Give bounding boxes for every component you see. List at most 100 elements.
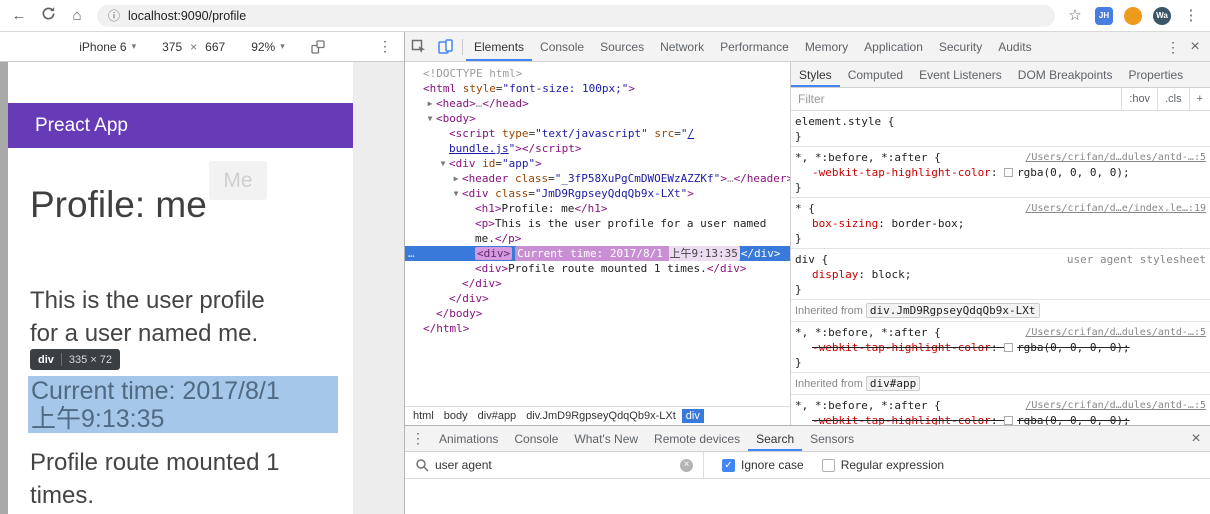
node-menu-ellipsis[interactable]: … — [408, 246, 415, 261]
expand-arrow[interactable]: ▼ — [437, 156, 449, 171]
breadcrumb-item[interactable]: body — [440, 409, 472, 423]
sidebar-tab-styles[interactable]: Styles — [791, 62, 840, 87]
sidebar-tab-computed[interactable]: Computed — [840, 62, 911, 87]
url-text[interactable]: localhost:9090/profile — [128, 9, 246, 23]
bookmark-star-icon[interactable]: ☆ — [1066, 7, 1084, 25]
dom-node[interactable]: … <div> Current time: 2017/8/1 上午9:13:35 </… — [405, 246, 790, 261]
home-icon[interactable]: ⌂ — [68, 7, 86, 25]
dom-node[interactable]: <html style="font-size: 100px;"> — [405, 81, 790, 96]
dom-node[interactable]: ▶ <head>…</head> — [405, 96, 790, 111]
dom-token: = — [674, 127, 681, 140]
device-width-field[interactable]: 375 — [162, 40, 182, 54]
drawer-close-icon[interactable]: × — [1182, 426, 1210, 451]
breadcrumb-item[interactable]: div — [681, 409, 704, 423]
device-select[interactable]: iPhone 6 ▾ — [79, 40, 136, 54]
dom-node[interactable]: <script type="text/javascript" src="/ — [405, 126, 790, 141]
reload-icon[interactable] — [39, 6, 57, 26]
css-property[interactable]: -webkit-tap-highlight-color: rgba(0, 0, … — [795, 165, 1206, 180]
tab-sources[interactable]: Sources — [592, 32, 652, 61]
tab-memory[interactable]: Memory — [797, 32, 856, 61]
dom-node[interactable]: <!DOCTYPE html> — [405, 66, 790, 81]
dom-node[interactable]: </body> — [405, 306, 790, 321]
tab-security[interactable]: Security — [931, 32, 990, 61]
info-icon[interactable]: ⓘ — [108, 7, 120, 24]
ignore-case-checkbox[interactable]: ✓ — [722, 458, 735, 472]
dom-node[interactable]: ▶ <header class="_3fP58XuPgCmDWOEWzAZZKf"… — [405, 171, 790, 186]
dom-node[interactable]: <h1>Profile: me</h1> — [405, 201, 790, 216]
expand-arrow[interactable]: ▼ — [450, 186, 462, 201]
sidebar-tab-dom-breakpoints[interactable]: DOM Breakpoints — [1010, 62, 1121, 87]
regex-checkbox[interactable] — [821, 458, 835, 472]
nav-item-me[interactable]: Me — [209, 161, 267, 200]
device-mode-icon[interactable] — [432, 32, 459, 61]
css-property[interactable]: -webkit-tap-highlight-color: rgba(0, 0, … — [795, 340, 1206, 355]
sidebar-tab-event-listeners[interactable]: Event Listeners — [911, 62, 1010, 87]
device-height-field[interactable]: 667 — [205, 40, 225, 54]
expand-arrow[interactable]: ▼ — [424, 111, 436, 126]
rotate-icon[interactable] — [311, 39, 325, 54]
breadcrumb-item[interactable]: div.JmD9RgpseyQdqQb9x-LXt — [522, 409, 680, 423]
dom-node[interactable]: ▼ <body> — [405, 111, 790, 126]
tab-performance[interactable]: Performance — [712, 32, 797, 61]
dom-node[interactable]: <p>This is the user profile for a user n… — [405, 216, 790, 231]
stylesheet-source-link[interactable]: /Users/crifan/d…dules/antd-…:5 — [1025, 398, 1206, 413]
filter-control[interactable]: + — [1188, 88, 1210, 110]
css-property[interactable]: -webkit-tap-highlight-color: rgba(0, 0, … — [795, 413, 1206, 425]
dom-node[interactable]: bundle.js"></script> — [405, 141, 790, 156]
filter-control[interactable]: .cls — [1157, 88, 1189, 110]
clear-search-icon[interactable]: × — [680, 458, 693, 472]
dom-node[interactable]: </div> — [405, 291, 790, 306]
browser-menu-icon[interactable]: ⋮ — [1182, 7, 1200, 25]
device-toolbar-menu-icon[interactable]: ⋮ — [378, 38, 392, 55]
tab-application[interactable]: Application — [856, 32, 931, 61]
zoom-select[interactable]: 92% ▾ — [251, 40, 285, 54]
stylesheet-source-link[interactable]: /Users/crifan/d…dules/antd-…:5 — [1025, 150, 1206, 165]
tab-elements[interactable]: Elements — [466, 32, 532, 61]
attribute-link[interactable]: bundle.js — [449, 142, 509, 155]
drawer-menu-icon[interactable]: ⋮ — [405, 426, 431, 451]
drawer-tab-console[interactable]: Console — [506, 426, 566, 451]
dom-node[interactable]: </html> — [405, 321, 790, 336]
drawer-tab-what-s-new[interactable]: What's New — [566, 426, 646, 451]
back-icon[interactable]: ← — [10, 7, 28, 25]
dom-node[interactable]: me.</p> — [405, 231, 790, 246]
drawer-tab-animations[interactable]: Animations — [431, 426, 506, 451]
drawer-tab-sensors[interactable]: Sensors — [802, 426, 862, 451]
breadcrumb-item[interactable]: div#app — [474, 409, 521, 423]
drawer-tab-remote-devices[interactable]: Remote devices — [646, 426, 748, 451]
filter-control[interactable]: :hov — [1121, 88, 1157, 110]
color-swatch[interactable] — [1004, 343, 1014, 352]
color-swatch[interactable] — [1004, 416, 1014, 425]
expand-arrow[interactable]: ▶ — [450, 171, 462, 186]
devtools-close-icon[interactable]: × — [1186, 38, 1204, 56]
dom-node[interactable]: <div>Profile route mounted 1 times.</div… — [405, 261, 790, 276]
dom-node[interactable]: ▼ <div class="JmD9RgpseyQdqQb9x-LXt"> — [405, 186, 790, 201]
extension-icon-orange[interactable] — [1124, 6, 1142, 25]
extension-icon-wa[interactable]: Wa — [1153, 6, 1171, 25]
dom-node[interactable]: ▼ <div id="app"> — [405, 156, 790, 171]
sidebar-tab-properties[interactable]: Properties — [1120, 62, 1191, 87]
stylesheet-source-link[interactable]: /Users/crifan/d…dules/antd-…:5 — [1025, 325, 1206, 340]
stylesheet-source-link[interactable]: /Users/crifan/d…e/index.le…:19 — [1025, 201, 1206, 216]
breadcrumb-item[interactable]: html — [409, 409, 438, 423]
address-bar[interactable]: ⓘ localhost:9090/profile — [97, 4, 1055, 27]
inherited-node-link[interactable]: div.JmD9RgpseyQdqQb9x-LXt — [865, 303, 1040, 318]
filter-input[interactable]: Filter — [798, 88, 1121, 110]
drawer-tab-search[interactable]: Search — [748, 426, 802, 451]
expand-arrow[interactable]: ▶ — [424, 96, 436, 111]
regex-option[interactable]: Regular expression — [821, 458, 944, 472]
tab-audits[interactable]: Audits — [990, 32, 1039, 61]
devtools-menu-icon[interactable]: ⋮ — [1164, 38, 1182, 56]
attribute-link[interactable]: / — [687, 127, 694, 140]
search-input[interactable]: user agent — [435, 458, 680, 472]
dom-node[interactable]: </div> — [405, 276, 790, 291]
inspect-element-icon[interactable] — [405, 32, 432, 61]
css-property[interactable]: box-sizing: border-box; — [795, 216, 1206, 231]
tab-console[interactable]: Console — [532, 32, 592, 61]
extension-icon-jh[interactable]: JH — [1095, 6, 1113, 25]
ignore-case-option[interactable]: ✓ Ignore case — [722, 458, 804, 472]
css-property[interactable]: display: block; — [795, 267, 1206, 282]
color-swatch[interactable] — [1004, 168, 1014, 177]
inherited-node-link[interactable]: div#app — [865, 376, 921, 391]
tab-network[interactable]: Network — [652, 32, 712, 61]
